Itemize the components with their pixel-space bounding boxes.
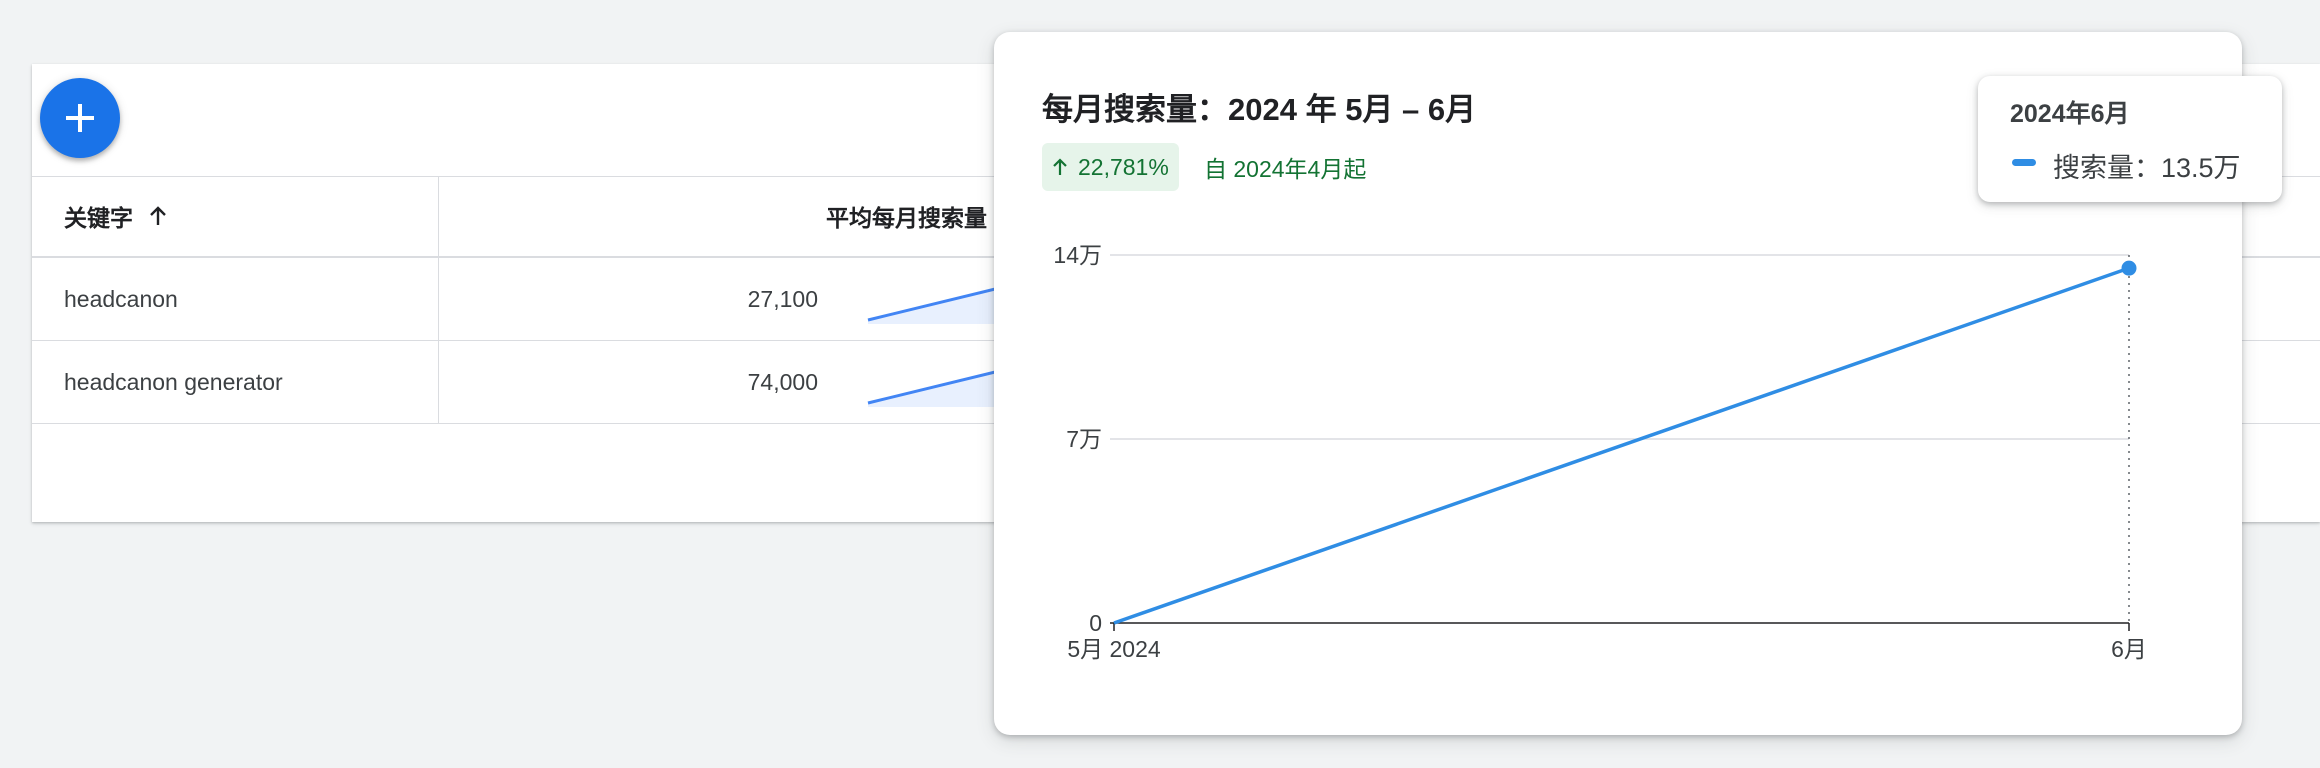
avg-monthly-searches-label: 平均每月搜索量 [826,205,987,231]
series-line [1113,266,2130,625]
keyword-column-label: 关键字 [64,205,133,231]
chart-tooltip: 2024年6月 搜索量：13.5万 [1978,76,2282,202]
volume-cell: 27,100 [747,285,818,312]
y-tick-label: 14万 [1053,242,1102,268]
add-button[interactable] [40,78,120,158]
arrow-up-icon [150,206,166,225]
tooltip-value: 搜索量：13.5万 [2053,153,2241,183]
x-tick-label: 6月 [2111,636,2147,662]
highlighted-data-point [2121,260,2137,276]
keyword-cell: headcanon generator [64,368,283,395]
y-tick-label: 7万 [1066,426,1102,452]
keyword-column-header[interactable]: 关键字 [64,176,169,256]
y-tick-label: 0 [1089,610,1102,636]
avg-monthly-searches-header[interactable]: 平均每月搜索量 [826,176,987,256]
series-legend-swatch [2012,159,2036,166]
keyword-cell: headcanon [64,285,178,312]
volume-cell: 74,000 [747,368,818,395]
column-divider [438,176,439,423]
tooltip-date: 2024年6月 [2010,100,2130,128]
plus-icon [66,104,94,132]
x-tick-label: 5月 2024 [1067,636,1161,662]
